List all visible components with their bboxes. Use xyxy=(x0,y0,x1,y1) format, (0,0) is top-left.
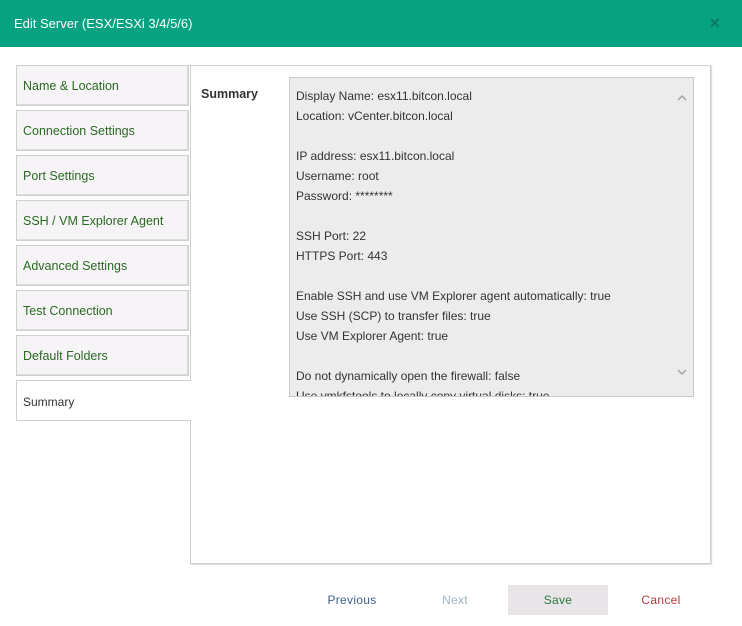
step-ssh-vm-explorer-agent[interactable]: SSH / VM Explorer Agent xyxy=(16,200,189,241)
summary-line: IP address: esx11.bitcon.local xyxy=(296,149,455,163)
summary-line: Use SSH (SCP) to transfer files: true xyxy=(296,309,491,323)
wizard-steps-sidebar: Name & Location Connection Settings Port… xyxy=(16,65,191,425)
step-label: Test Connection xyxy=(23,304,113,318)
next-button[interactable]: Next xyxy=(420,585,490,615)
summary-text: Display Name: esx11.bitcon.local Locatio… xyxy=(296,86,666,397)
step-port-settings[interactable]: Port Settings xyxy=(16,155,189,196)
dialog-title: Edit Server (ESX/ESXi 3/4/5/6) xyxy=(14,16,193,31)
summary-line: Use VM Explorer Agent: true xyxy=(296,329,449,343)
scroll-down-chevron-icon[interactable] xyxy=(676,366,688,378)
summary-line: Do not dynamically open the firewall: fa… xyxy=(296,369,521,383)
step-connection-settings[interactable]: Connection Settings xyxy=(16,110,189,151)
step-summary[interactable]: Summary xyxy=(16,380,191,421)
summary-line xyxy=(296,126,666,146)
step-label: Default Folders xyxy=(23,349,108,363)
cancel-button[interactable]: Cancel xyxy=(622,585,700,615)
summary-line: Display Name: esx11.bitcon.local xyxy=(296,89,472,103)
summary-line: HTTPS Port: 443 xyxy=(296,249,388,263)
summary-line: Username: root xyxy=(296,169,379,183)
step-test-connection[interactable]: Test Connection xyxy=(16,290,189,331)
step-advanced-settings[interactable]: Advanced Settings xyxy=(16,245,189,286)
step-label: Connection Settings xyxy=(23,124,135,138)
summary-line: SSH Port: 22 xyxy=(296,229,367,243)
step-label: Name & Location xyxy=(23,79,119,93)
step-label: Advanced Settings xyxy=(23,259,128,273)
summary-line: Enable SSH and use VM Explorer agent aut… xyxy=(296,289,611,303)
summary-line: Use vmkfstools to locally copy virtual d… xyxy=(296,389,550,397)
step-label: Port Settings xyxy=(23,169,95,183)
summary-line: Location: vCenter.bitcon.local xyxy=(296,109,453,123)
step-label: SSH / VM Explorer Agent xyxy=(23,214,164,228)
step-label: Summary xyxy=(23,395,75,409)
summary-line xyxy=(296,206,666,226)
save-button[interactable]: Save xyxy=(508,585,608,615)
step-name-location[interactable]: Name & Location xyxy=(16,65,189,106)
summary-textarea[interactable]: Display Name: esx11.bitcon.local Locatio… xyxy=(289,77,694,397)
step-content-panel: Summary Display Name: esx11.bitcon.local… xyxy=(190,65,711,564)
scroll-up-chevron-icon[interactable] xyxy=(676,92,688,104)
summary-line xyxy=(296,266,666,286)
previous-button[interactable]: Previous xyxy=(312,585,392,615)
summary-heading: Summary xyxy=(201,87,258,101)
dialog-titlebar: Edit Server (ESX/ESXi 3/4/5/6) × xyxy=(0,0,742,47)
summary-line: Password: ******** xyxy=(296,189,393,203)
step-default-folders[interactable]: Default Folders xyxy=(16,335,189,376)
close-icon[interactable]: × xyxy=(709,13,720,33)
summary-line xyxy=(296,346,666,366)
